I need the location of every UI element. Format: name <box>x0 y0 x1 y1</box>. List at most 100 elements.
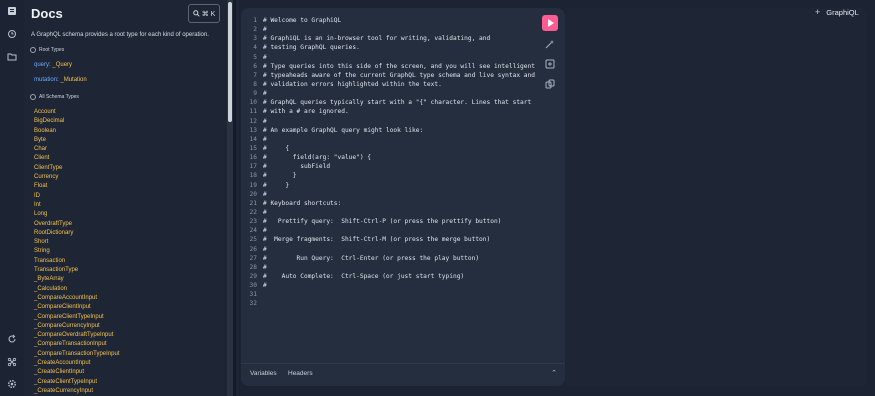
line-text[interactable]: # Keyboard shortcuts: <box>263 199 341 208</box>
tab-variables[interactable]: Variables <box>250 370 277 377</box>
line-text[interactable]: # <box>263 208 267 217</box>
code-line[interactable]: 25 # Merge fragments: Shift-Ctrl-M (or pr… <box>241 235 535 244</box>
line-text[interactable]: # GraphQL queries typically start with a… <box>263 98 531 107</box>
schema-type-link[interactable]: Short <box>34 238 120 247</box>
code-line[interactable]: 22 # <box>241 208 535 217</box>
schema-type-link[interactable]: _ByteArray <box>34 275 120 284</box>
line-text[interactable]: # field(arg: "value") { <box>263 153 371 162</box>
root-field-type[interactable]: _Mutation <box>60 77 86 83</box>
code-line[interactable]: 13 # An example GraphQL query might look … <box>241 126 535 135</box>
query-editor[interactable]: 1 # Welcome to GraphiQL 2 #3 # GraphiQL is a… <box>241 8 565 386</box>
schema-type-link[interactable]: String <box>34 247 120 256</box>
schema-type-link[interactable]: Transaction <box>34 257 120 266</box>
line-text[interactable]: # testing GraphQL queries. <box>263 43 360 52</box>
code-line[interactable]: 20 # <box>241 190 535 199</box>
code-line[interactable]: 17 # subField <box>241 162 535 171</box>
schema-type-link[interactable]: _CreateAccountInput <box>34 359 120 368</box>
schema-type-link[interactable]: BigDecimal <box>34 117 120 126</box>
code-line[interactable]: 7 # typeaheads aware of the current Graph… <box>241 71 535 80</box>
code-line[interactable]: 23 # Prettify query: Shift-Ctrl-P (or pre… <box>241 217 535 226</box>
line-text[interactable]: # typeaheads aware of the current GraphQ… <box>263 71 535 80</box>
code-line[interactable]: 31 <box>241 290 535 299</box>
code-line[interactable]: 32 <box>241 299 535 308</box>
line-text[interactable]: # Welcome to GraphiQL <box>263 16 341 25</box>
add-tab-button[interactable]: + <box>815 7 820 17</box>
code-line[interactable]: 6 # Type queries into this side of the sc… <box>241 62 535 71</box>
schema-type-link[interactable]: TransactionType <box>34 266 120 275</box>
schema-type-link[interactable]: _Calculation <box>34 285 120 294</box>
schema-type-link[interactable]: _CompareAccountInput <box>34 294 120 303</box>
schema-type-link[interactable]: ClientType <box>34 164 120 173</box>
code-line[interactable]: 10 # GraphQL queries typically start with… <box>241 98 535 107</box>
line-text[interactable]: # Auto Complete: Ctrl-Space (or just sta… <box>263 272 464 281</box>
line-text[interactable]: # <box>263 190 267 199</box>
line-text[interactable]: # Type queries into this side of the scr… <box>263 62 535 71</box>
schema-type-link[interactable]: _CompareClientTypeInput <box>34 313 120 322</box>
line-text[interactable]: # <box>263 135 267 144</box>
code-line[interactable]: 21 # Keyboard shortcuts: <box>241 199 535 208</box>
explorer-icon[interactable] <box>6 51 18 63</box>
settings-icon[interactable] <box>6 378 18 390</box>
schema-type-link[interactable]: Char <box>34 145 120 154</box>
shortcuts-icon[interactable] <box>6 356 18 368</box>
root-type-query[interactable]: query: _Query <box>34 62 72 68</box>
code-line[interactable]: 14 # <box>241 135 535 144</box>
schema-type-link[interactable]: _CreateCurrencyInput <box>34 387 120 396</box>
schema-type-link[interactable]: _CompareClientInput <box>34 303 120 312</box>
panel-resize-handle[interactable] <box>233 0 236 396</box>
code-line[interactable]: 26 # <box>241 245 535 254</box>
code-line[interactable]: 27 # Run Query: Ctrl-Enter (or press the … <box>241 254 535 263</box>
code-line[interactable]: 4 # testing GraphQL queries. <box>241 43 535 52</box>
copy-button[interactable] <box>544 79 556 91</box>
line-text[interactable]: # <box>263 281 267 290</box>
schema-type-link[interactable]: Client <box>34 154 120 163</box>
schema-type-link[interactable]: Account <box>34 108 120 117</box>
chevron-up-icon[interactable]: ⌃ <box>551 369 557 377</box>
code-line[interactable]: 18 # } <box>241 171 535 180</box>
query-code[interactable]: 1 # Welcome to GraphiQL 2 #3 # GraphiQL is a… <box>241 16 535 309</box>
line-text[interactable]: # <box>263 89 267 98</box>
line-text[interactable]: # { <box>263 144 289 153</box>
line-text[interactable]: # <box>263 117 267 126</box>
code-line[interactable]: 15 # { <box>241 144 535 153</box>
refresh-icon[interactable] <box>6 333 18 345</box>
merge-button[interactable] <box>544 59 556 71</box>
root-field-type[interactable]: _Query <box>52 62 72 68</box>
schema-type-link[interactable]: Boolean <box>34 127 120 136</box>
code-line[interactable]: 1 # Welcome to GraphiQL <box>241 16 535 25</box>
line-text[interactable]: # with a # are ignored. <box>263 107 349 116</box>
tab-headers[interactable]: Headers <box>288 370 313 377</box>
line-text[interactable]: # <box>263 25 267 34</box>
line-text[interactable]: # subField <box>263 162 330 171</box>
line-text[interactable]: # <box>263 263 267 272</box>
schema-type-link[interactable]: Currency <box>34 173 120 182</box>
code-line[interactable]: 24 # <box>241 226 535 235</box>
code-line[interactable]: 11 # with a # are ignored. <box>241 107 535 116</box>
line-text[interactable]: # } <box>263 181 289 190</box>
prettify-button[interactable] <box>544 39 556 51</box>
code-line[interactable]: 16 # field(arg: "value") { <box>241 153 535 162</box>
schema-type-link[interactable]: _CreateClientTypeInput <box>34 378 120 387</box>
schema-type-link[interactable]: ID <box>34 192 120 201</box>
line-text[interactable]: # Run Query: Ctrl-Enter (or press the pl… <box>263 254 479 263</box>
code-line[interactable]: 9 # <box>241 89 535 98</box>
line-text[interactable]: # <box>263 245 267 254</box>
schema-type-link[interactable]: Float <box>34 182 120 191</box>
line-text[interactable]: # <box>263 53 267 62</box>
code-line[interactable]: 12 # <box>241 117 535 126</box>
line-text[interactable]: # GraphiQL is an in-browser tool for wri… <box>263 34 490 43</box>
line-text[interactable]: # An example GraphQL query might look li… <box>263 126 423 135</box>
schema-type-link[interactable]: Int <box>34 201 120 210</box>
schema-type-link[interactable]: Byte <box>34 136 120 145</box>
code-line[interactable]: 2 # <box>241 25 535 34</box>
schema-type-link[interactable]: _CompareTransactionTypeInput <box>34 350 120 359</box>
line-text[interactable]: # <box>263 226 267 235</box>
code-line[interactable]: 19 # } <box>241 181 535 190</box>
code-line[interactable]: 29 # Auto Complete: Ctrl-Space (or just s… <box>241 272 535 281</box>
run-query-button[interactable] <box>542 15 558 31</box>
line-text[interactable]: # } <box>263 171 297 180</box>
docs-icon[interactable] <box>6 5 18 17</box>
code-line[interactable]: 28 # <box>241 263 535 272</box>
schema-type-link[interactable]: _CompareTransactionInput <box>34 340 120 349</box>
schema-type-link[interactable]: RootDictionary <box>34 229 120 238</box>
